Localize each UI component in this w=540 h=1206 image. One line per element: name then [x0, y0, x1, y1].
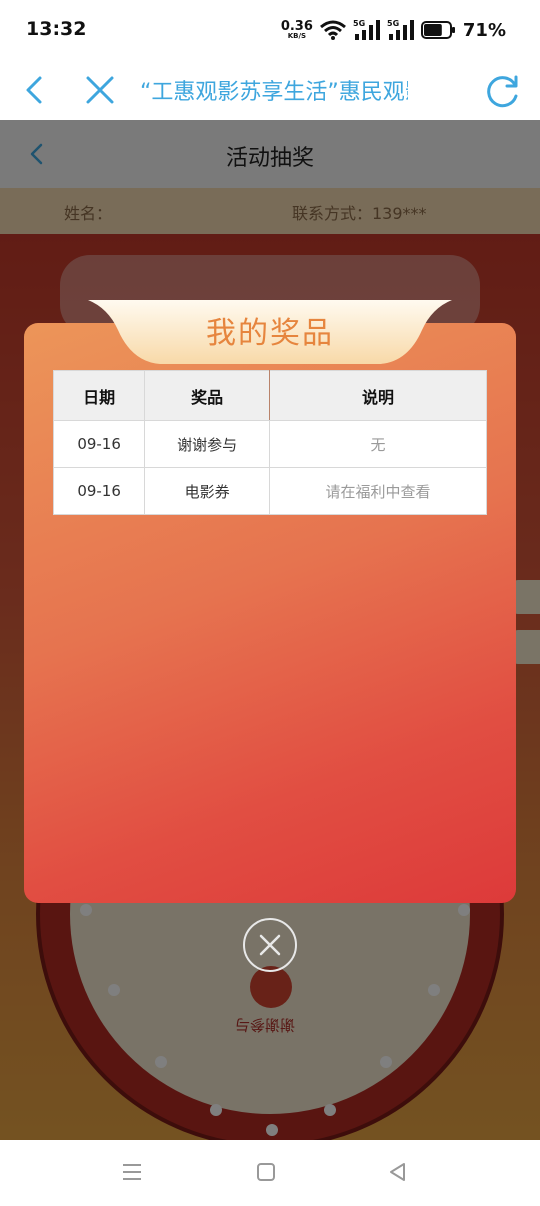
cell-date: 09-16: [52, 467, 146, 515]
cell-prize: 电影券: [144, 467, 271, 515]
browser-toolbar: “工惠观影苏享生活”惠民观影: [0, 60, 540, 120]
cell-description: 请在福利中查看: [269, 467, 487, 515]
table-row: 09-16 谢谢参与 无: [52, 420, 487, 468]
network-speed: 0.36 KB/S: [281, 20, 313, 40]
close-icon[interactable]: [80, 70, 120, 110]
status-icons: 0.36 KB/S 5G 5G 71%: [281, 16, 506, 44]
modal-title: 我的奖品: [206, 316, 334, 351]
network-speed-unit: KB/S: [287, 32, 307, 40]
home-icon[interactable]: [254, 1160, 278, 1184]
table-header-row: 日期 奖品 说明: [52, 370, 487, 421]
status-bar: 13:32 0.36 KB/S 5G 5G 71%: [0, 0, 540, 60]
prize-table: 日期 奖品 说明 09-16 谢谢参与 无 09-16 电影券 请在福利中查看: [52, 370, 487, 515]
page-title: “工惠观影苏享生活”惠民观影: [140, 80, 408, 105]
cell-date: 09-16: [52, 420, 146, 468]
column-header-prize: 奖品: [144, 370, 271, 421]
battery-percent: 71%: [462, 19, 506, 41]
triangle-back-icon[interactable]: [386, 1160, 410, 1184]
signal-label-2: 5G: [387, 19, 399, 28]
circle-close-icon: [259, 934, 281, 956]
wifi-icon: [319, 20, 346, 40]
menu-icon[interactable]: [120, 1160, 144, 1184]
modal-close-button[interactable]: [243, 918, 297, 972]
column-header-description: 说明: [269, 370, 487, 421]
cell-prize: 谢谢参与: [144, 420, 271, 468]
status-time: 13:32: [26, 18, 87, 40]
cell-description: 无: [269, 420, 487, 468]
signal-label-1: 5G: [353, 19, 365, 28]
refresh-icon[interactable]: [480, 68, 524, 112]
signal-icon-2: 5G: [387, 19, 414, 40]
signal-icon-1: 5G: [353, 19, 380, 40]
system-nav-bar: [0, 1140, 540, 1206]
column-header-date: 日期: [52, 370, 146, 421]
battery-icon: [420, 21, 455, 39]
table-row: 09-16 电影券 请在福利中查看: [52, 467, 487, 515]
back-icon[interactable]: [18, 70, 58, 110]
